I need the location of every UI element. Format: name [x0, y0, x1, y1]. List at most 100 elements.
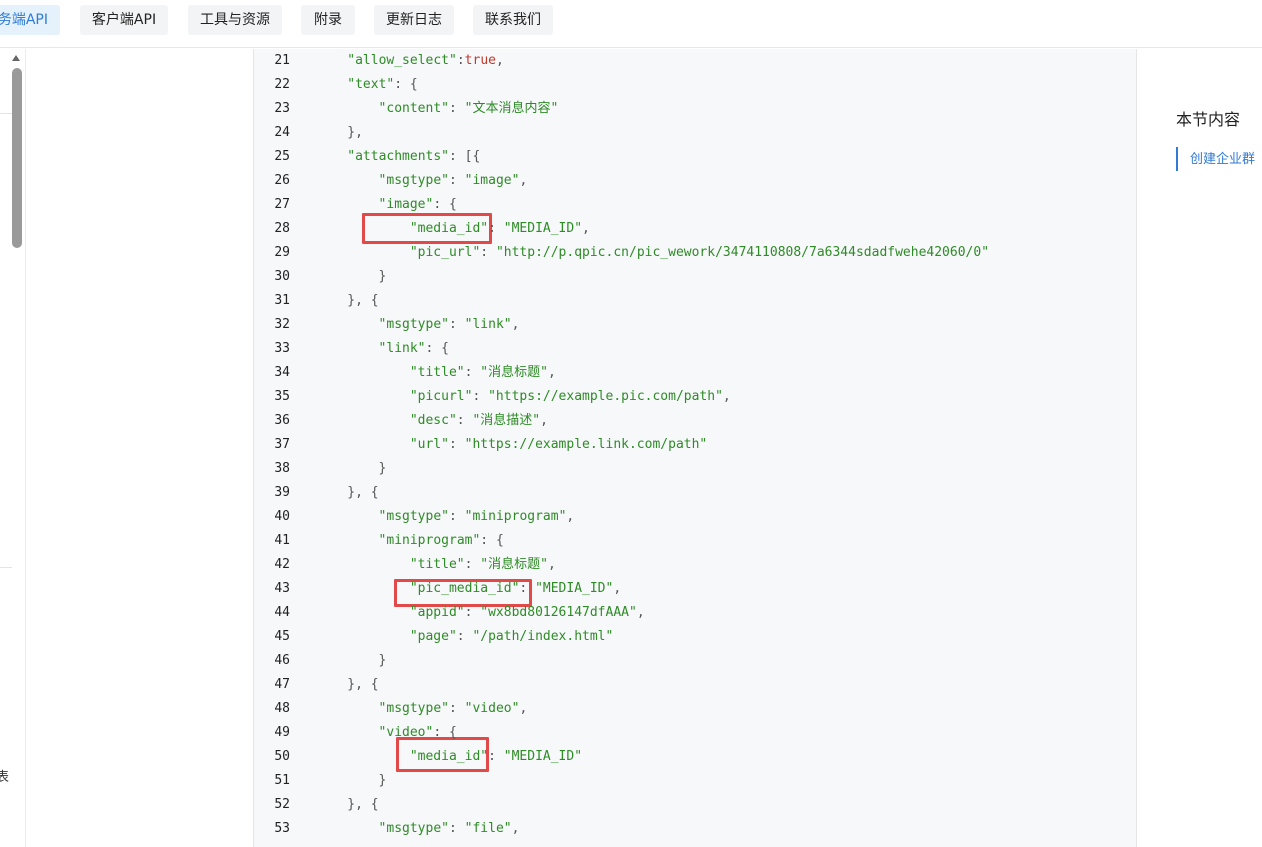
nav-tab-contact-us[interactable]: 联系我们 — [473, 5, 553, 35]
code-line: 47 }, { — [254, 673, 1136, 697]
punctuation-token: } — [378, 461, 387, 476]
code-text: "title": "消息标题", — [410, 361, 556, 385]
code-line: 48 "msgtype": "video", — [254, 697, 1136, 721]
string-token: "appid" — [409, 605, 465, 620]
string-token: "msgtype" — [378, 173, 449, 188]
punctuation-token: , — [613, 581, 622, 596]
string-token: "MEDIA_ID" — [503, 749, 583, 764]
punctuation-token: : — [519, 581, 536, 596]
line-number: 24 — [274, 125, 290, 140]
punctuation-token: }, { — [347, 677, 379, 692]
punctuation-token: : — [480, 245, 496, 260]
nav-tab-appendix[interactable]: 附录 — [301, 5, 355, 35]
code-block: 21 "allow_select":true, 22 "text": {23 "cont… — [253, 49, 1137, 847]
code-line: 23 "content": "文本消息内容" — [254, 97, 1136, 121]
line-number: 34 — [274, 365, 290, 380]
string-token: "msgtype" — [378, 317, 449, 332]
top-nav: 务端API 客户端API 工具与资源 附录 更新日志 联系我们 — [0, 0, 1262, 48]
string-token: "title" — [409, 365, 465, 380]
code-text: } — [379, 649, 387, 673]
punctuation-token: } — [378, 773, 387, 788]
punctuation-token: , — [566, 509, 575, 524]
code-text: "content": "文本消息内容" — [379, 97, 559, 121]
punctuation-token: : — [472, 389, 489, 404]
line-number: 37 — [274, 437, 290, 452]
code-text: "msgtype": "video", — [379, 697, 528, 721]
code-text: } — [379, 457, 387, 481]
nav-tab-tools-resources[interactable]: 工具与资源 — [188, 5, 282, 35]
line-number: 39 — [274, 485, 290, 500]
code-line: 32 "msgtype": "link", — [254, 313, 1136, 337]
code-text: "pic_media_id": "MEDIA_ID", — [410, 577, 621, 601]
code-line: 31}, { — [254, 289, 1136, 313]
string-token: "picurl" — [409, 389, 473, 404]
line-number: 48 — [274, 701, 290, 716]
sidebar-scrollbar-thumb[interactable] — [12, 68, 22, 248]
code-text: "msgtype": "miniprogram", — [379, 505, 575, 529]
line-number: 40 — [274, 509, 290, 524]
punctuation-token: : — [456, 413, 473, 428]
line-number: 25 — [274, 149, 290, 164]
string-token: "media_id" — [409, 221, 489, 236]
nav-tab-changelog[interactable]: 更新日志 — [374, 5, 454, 35]
code-line: 38} — [254, 457, 1136, 481]
punctuation-token: , — [582, 221, 590, 236]
code-line: 45 "page": "/path/index.html" — [254, 625, 1136, 649]
line-number: 51 — [274, 773, 290, 788]
line-number: 43 — [274, 581, 290, 596]
code-text: "desc": "消息描述", — [410, 409, 548, 433]
line-number: 53 — [274, 821, 290, 836]
string-token: "msgtype" — [378, 821, 449, 836]
string-token: "title" — [409, 557, 465, 572]
punctuation-token: , — [636, 605, 645, 620]
line-number: 36 — [274, 413, 290, 428]
nav-tab-server-api[interactable]: 务端API — [0, 5, 60, 35]
line-number: 35 — [274, 389, 290, 404]
line-number: 47 — [274, 677, 290, 692]
string-token: "msgtype" — [378, 701, 449, 716]
code-line: 21 "allow_select":true, — [254, 49, 1136, 73]
toc-item-create-group[interactable]: 创建企业群 — [1190, 148, 1262, 167]
string-token: "pic_url" — [409, 245, 481, 260]
string-token: "pic_media_id" — [409, 581, 520, 596]
code-line: 24}, — [254, 121, 1136, 145]
string-token: "image" — [378, 197, 434, 212]
line-number: 22 — [274, 77, 290, 92]
code-line: 29 "pic_url": "http://p.qpic.cn/pic_wewor… — [254, 241, 1136, 265]
code-text: "page": "/path/index.html" — [410, 625, 614, 649]
punctuation-token: : — [456, 53, 465, 68]
code-text: }, { — [347, 673, 378, 697]
code-line: 42 "title": "消息标题", — [254, 553, 1136, 577]
string-token: "content" — [378, 101, 449, 116]
sidebar-item-label[interactable]: 表 — [0, 766, 9, 785]
punctuation-token: : { — [433, 197, 457, 212]
punctuation-token: : — [449, 101, 465, 116]
code-text: "allow_select":true, — [347, 49, 504, 73]
punctuation-token: : [{ — [449, 149, 481, 164]
punctuation-token: , — [547, 365, 556, 380]
code-line: 51} — [254, 769, 1136, 793]
toc-active-indicator — [1176, 147, 1178, 171]
punctuation-token: } — [378, 653, 387, 668]
nav-tab-client-api[interactable]: 客户端API — [80, 5, 168, 35]
code-text: "miniprogram": { — [379, 529, 504, 553]
code-line: 41 "miniprogram": { — [254, 529, 1136, 553]
punctuation-token: : — [449, 701, 465, 716]
string-token: "video" — [464, 701, 520, 716]
scroll-up-arrow-icon[interactable] — [12, 55, 20, 61]
line-number: 38 — [274, 461, 290, 476]
code-line: 44 "appid": "wx8bd80126147dfAAA", — [254, 601, 1136, 625]
string-token: "link" — [378, 341, 426, 356]
string-token: "miniprogram" — [378, 533, 481, 548]
code-line: 46} — [254, 649, 1136, 673]
toc-title: 本节内容 — [1176, 110, 1241, 129]
string-token: "文本消息内容" — [464, 101, 559, 116]
string-token: "miniprogram" — [464, 509, 567, 524]
punctuation-token: : — [449, 173, 465, 188]
string-token: "消息标题" — [480, 557, 548, 572]
line-number: 32 — [274, 317, 290, 332]
string-token: "/path/index.html" — [472, 629, 614, 644]
punctuation-token: }, { — [347, 797, 379, 812]
punctuation-token: , — [511, 821, 520, 836]
string-token: "media_id" — [409, 749, 489, 764]
